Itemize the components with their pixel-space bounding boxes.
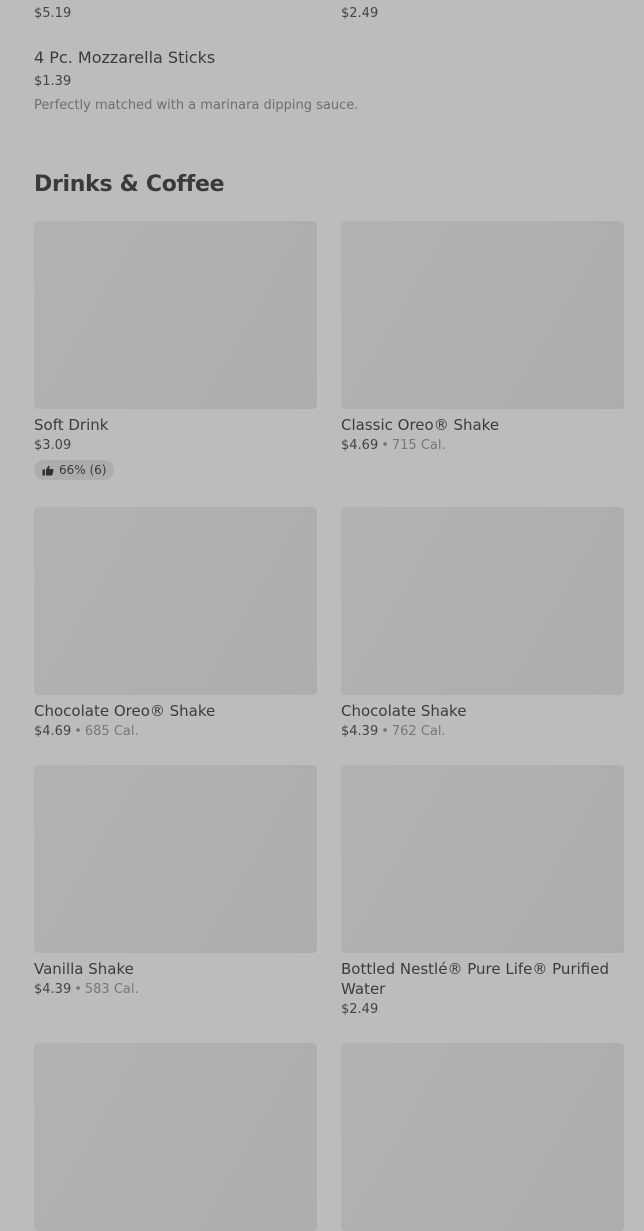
item-image [34,221,317,409]
menu-item-description: Perfectly matched with a marinara dippin… [34,98,359,113]
menu-card-bottled-water[interactable]: Bottled Nestlé® Pure Life® Purified Wate… [341,765,624,1018]
item-calories: 762 Cal. [391,724,446,739]
item-meta: $3.09 [34,438,317,454]
item-price: $2.49 [341,1002,379,1017]
item-price: $4.69 [341,438,379,453]
meta-separator: • [381,724,389,739]
item-meta: $2.49 [341,1002,624,1018]
thumbs-up-icon [42,465,54,476]
item-image [34,507,317,695]
menu-item-mozzarella-sticks[interactable]: 4 Pc. Mozzarella Sticks $1.39 Perfectly … [34,48,624,114]
meta-separator: • [74,724,82,739]
menu-card-chocolate-oreo-shake[interactable]: Chocolate Oreo® Shake $4.69 • 685 Cal. [34,507,317,740]
item-image [34,1043,317,1231]
item-image [341,507,624,695]
item-calories: 685 Cal. [84,724,139,739]
item-image [341,1043,624,1231]
previous-items-prices: $5.19 $2.49 [34,6,624,24]
item-price: $4.39 [34,982,72,997]
meta-separator: • [381,438,389,453]
item-name: Soft Drink [34,416,109,434]
item-image [341,221,624,409]
menu-card-soft-drink[interactable]: Soft Drink $3.09 66% (6) [34,221,317,480]
item-meta: $4.69 • 685 Cal. [34,724,317,740]
previous-item-price-right: $2.49 [341,6,379,21]
item-name: Chocolate Shake [341,702,467,720]
item-price: $4.39 [341,724,379,739]
previous-item-price-left: $5.19 [34,6,72,21]
item-image [34,765,317,953]
menu-card-next-right[interactable] [341,1043,624,1231]
item-meta: $4.39 • 762 Cal. [341,724,624,740]
menu-item-price: $1.39 [34,74,72,89]
item-calories: 583 Cal. [84,982,139,997]
menu-item-name: 4 Pc. Mozzarella Sticks [34,48,216,67]
item-meta: $4.39 • 583 Cal. [34,982,317,998]
item-meta: $4.69 • 715 Cal. [341,438,624,454]
menu-card-classic-oreo-shake[interactable]: Classic Oreo® Shake $4.69 • 715 Cal. [341,221,624,454]
rating-badge: 66% (6) [34,460,115,480]
item-name: Chocolate Oreo® Shake [34,702,216,720]
item-name: Bottled Nestlé® Pure Life® Purified Wate… [341,960,609,998]
section-title: Drinks & Coffee [34,172,225,197]
item-price: $3.09 [34,438,72,453]
item-name: Classic Oreo® Shake [341,416,500,434]
rating-text: 66% (6) [59,463,107,477]
item-image [341,765,624,953]
menu-card-next-left[interactable] [34,1043,317,1231]
menu-card-chocolate-shake[interactable]: Chocolate Shake $4.39 • 762 Cal. [341,507,624,740]
meta-separator: • [74,982,82,997]
menu-card-vanilla-shake[interactable]: Vanilla Shake $4.39 • 583 Cal. [34,765,317,998]
item-calories: 715 Cal. [391,438,446,453]
item-price: $4.69 [34,724,72,739]
item-name: Vanilla Shake [34,960,134,978]
